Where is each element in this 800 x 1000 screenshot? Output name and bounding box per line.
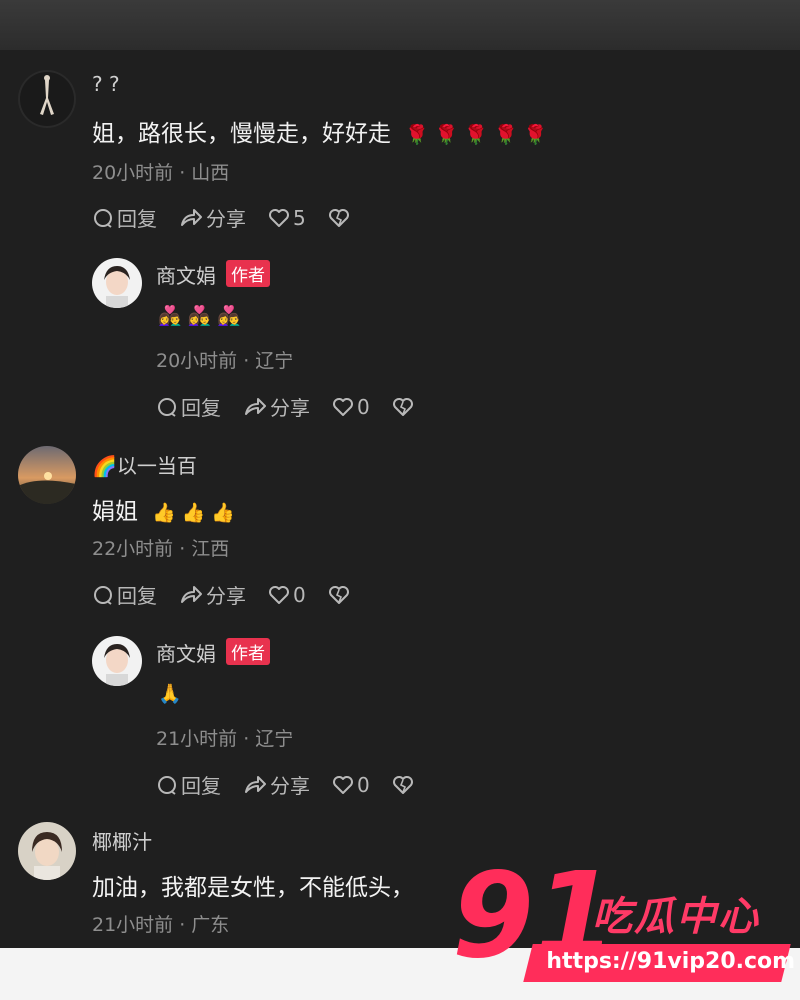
comment-icon bbox=[94, 585, 112, 605]
broken-heart-icon bbox=[392, 397, 413, 416]
comment-icon bbox=[158, 397, 176, 417]
like-button[interactable]: 5 bbox=[268, 206, 306, 230]
avatar[interactable] bbox=[18, 70, 76, 128]
couple-emojis: 👩‍❤️‍👨 👩‍❤️‍👨 👩‍❤️‍👨 bbox=[158, 305, 242, 327]
reply-button[interactable]: 回复 bbox=[92, 580, 157, 609]
comment-text: 👩‍❤️‍👨 👩‍❤️‍👨 👩‍❤️‍👨 bbox=[144, 302, 241, 328]
rose-emojis: 🌹 🌹 🌹 🌹 🌹 bbox=[405, 124, 548, 146]
comment-text: 姐，路很长，慢慢走，好好走 🌹 🌹 🌹 🌹 🌹 bbox=[92, 114, 547, 148]
commenter-name[interactable]: 椰椰汁 bbox=[92, 826, 152, 855]
reply-button[interactable]: 回复 bbox=[156, 770, 221, 799]
broken-heart-icon bbox=[328, 585, 349, 604]
like-button[interactable]: 0 bbox=[332, 395, 370, 419]
author-badge: 作者 bbox=[226, 260, 270, 287]
share-button[interactable]: 分享 bbox=[243, 770, 310, 799]
comment-meta: 22小时前 · 江西 bbox=[92, 538, 230, 560]
commenter-name[interactable]: ? ? bbox=[92, 72, 120, 96]
heart-icon bbox=[269, 208, 289, 227]
share-button[interactable]: 分享 bbox=[179, 203, 246, 232]
clap-emoji: 🙏 bbox=[158, 683, 182, 705]
watermark-url-banner: https://91vip20.com bbox=[523, 944, 795, 982]
share-button[interactable]: 分享 bbox=[179, 580, 246, 609]
share-icon bbox=[181, 208, 202, 226]
comment-text: 娟姐 👍 👍 👍 bbox=[92, 492, 235, 526]
comment-body: 娟姐 bbox=[92, 499, 138, 525]
share-icon bbox=[245, 397, 266, 415]
comment-actions: 回复 分享 5 bbox=[92, 203, 375, 232]
commenter-name[interactable]: 商文娟 作者 bbox=[156, 260, 270, 289]
author-badge: 作者 bbox=[226, 638, 270, 665]
share-icon bbox=[181, 585, 202, 603]
comment-feed[interactable]: ? ? 姐，路很长，慢慢走，好好走 🌹 🌹 🌹 🌹 🌹 20小时前 · 山西 回复… bbox=[0, 50, 800, 948]
reply-button[interactable]: 回复 bbox=[92, 203, 157, 232]
comment-actions: 回复 分享 0 bbox=[92, 580, 375, 609]
dislike-button[interactable] bbox=[328, 207, 353, 229]
comment-meta: 20小时前 · 山西 bbox=[92, 162, 230, 184]
comment-body: 姐，路很长，慢慢走，好好走 bbox=[92, 121, 391, 147]
comment-actions: 回复 分享 0 bbox=[156, 392, 439, 421]
comment-text: 加油，我都是女性，不能低头， bbox=[92, 875, 414, 901]
avatar[interactable] bbox=[92, 258, 142, 308]
broken-heart-icon bbox=[328, 208, 349, 227]
heart-icon bbox=[333, 397, 353, 416]
thumbs-up-emojis: 👍 👍 👍 bbox=[152, 502, 236, 524]
avatar[interactable] bbox=[92, 636, 142, 686]
comment-actions: 回复 分享 0 bbox=[156, 770, 439, 799]
share-button[interactable]: 分享 bbox=[243, 392, 310, 421]
watermark-title: 吃瓜中心 bbox=[592, 894, 760, 940]
comment-icon bbox=[94, 208, 112, 228]
top-bar bbox=[0, 0, 800, 50]
dislike-button[interactable] bbox=[392, 774, 417, 796]
watermark-url: https://91vip20.com bbox=[546, 949, 796, 974]
reply-button[interactable]: 回复 bbox=[156, 392, 221, 421]
dislike-button[interactable] bbox=[392, 396, 417, 418]
heart-icon bbox=[269, 585, 289, 604]
like-button[interactable]: 0 bbox=[332, 773, 370, 797]
comment-meta: 20小时前 · 辽宁 bbox=[156, 350, 294, 372]
comment-meta: 21小时前 · 辽宁 bbox=[156, 728, 294, 750]
broken-heart-icon bbox=[392, 775, 413, 794]
comment-text: 🙏 bbox=[144, 680, 182, 706]
commenter-name[interactable]: 🌈以一当百 bbox=[92, 450, 197, 479]
avatar[interactable] bbox=[18, 446, 76, 504]
commenter-name[interactable]: 商文娟 作者 bbox=[156, 638, 270, 667]
dislike-button[interactable] bbox=[328, 584, 353, 606]
comment-icon bbox=[158, 775, 176, 795]
like-button[interactable]: 0 bbox=[268, 583, 306, 607]
avatar[interactable] bbox=[18, 822, 76, 880]
comment-meta: 21小时前 · 广东 bbox=[92, 914, 230, 936]
heart-icon bbox=[333, 775, 353, 794]
share-icon bbox=[245, 775, 266, 793]
